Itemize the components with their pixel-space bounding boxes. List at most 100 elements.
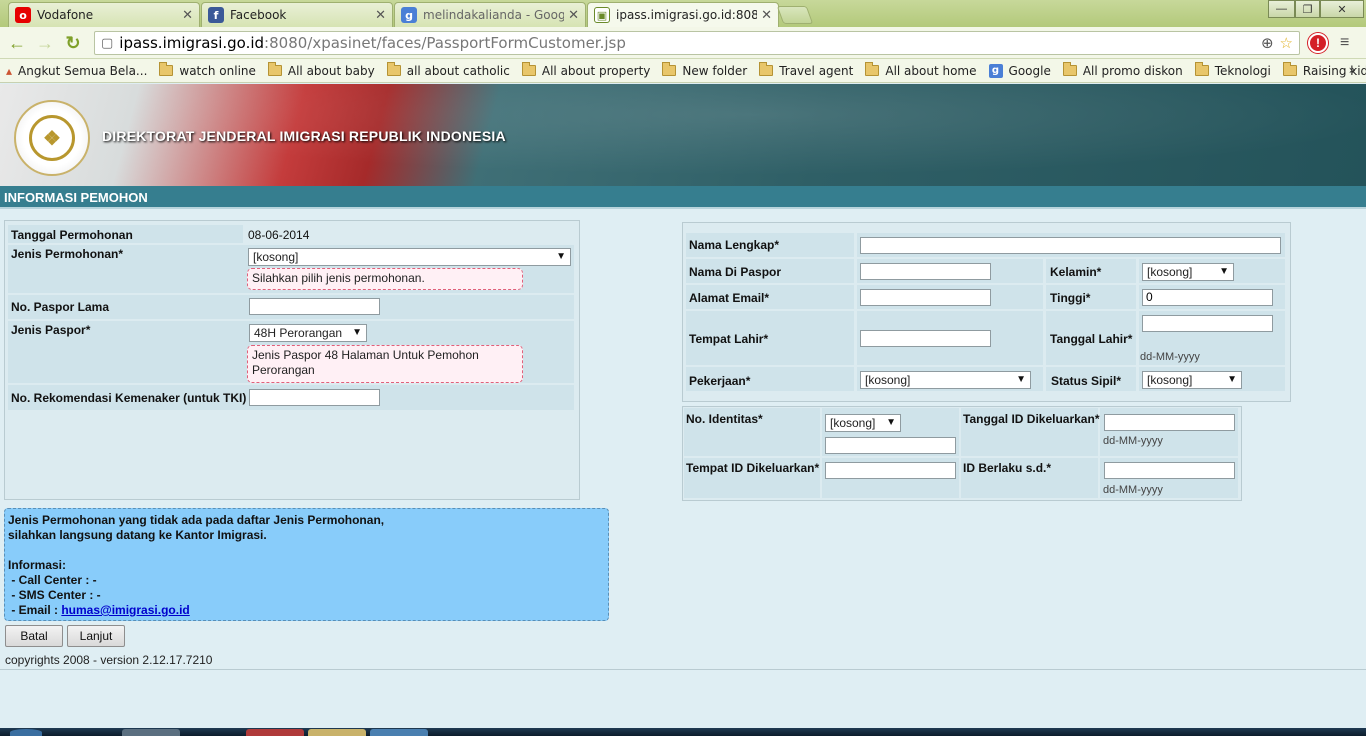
bookmark-folder[interactable]: All promo diskon (1062, 62, 1183, 78)
dropdown-arrow-icon: ▼ (1227, 374, 1237, 385)
berlaku-input[interactable] (1104, 462, 1235, 479)
email-input[interactable] (860, 289, 991, 306)
bookmark-star-icon[interactable]: ☆ (1280, 34, 1293, 52)
extension-icon[interactable]: ! (1308, 33, 1328, 53)
close-icon[interactable]: ✕ (568, 8, 579, 23)
tempat-lahir-label: Tempat Lahir* (689, 332, 769, 346)
bookmark-item[interactable]: g Google (988, 63, 1051, 78)
dropdown-arrow-icon: ▼ (352, 327, 362, 338)
bookmark-folder[interactable]: watch online (159, 62, 256, 78)
tanggal-id-format-hint: dd-MM-yyyy (1103, 435, 1163, 447)
pekerjaan-select[interactable]: [kosong] ▼ (860, 371, 1031, 389)
nama-lengkap-input[interactable] (860, 237, 1281, 254)
bookmark-label: Raising kids (1302, 63, 1366, 78)
folder-icon (159, 62, 174, 76)
header-title: DIREKTORAT JENDERAL IMIGRASI REPUBLIK IN… (102, 128, 506, 144)
taskbar-item[interactable] (122, 729, 180, 736)
start-button[interactable] (10, 729, 42, 736)
bookmark-label: watch online (179, 63, 256, 78)
folder-icon (865, 62, 880, 76)
jenis-permohonan-value: [kosong] (253, 250, 299, 264)
section-title: INFORMASI PEMOHON (4, 190, 148, 205)
pekerjaan-label: Pekerjaan* (689, 374, 751, 388)
bookmark-item[interactable]: ▴ Angkut Semua Bela... (6, 64, 147, 78)
jenis-identitas-select[interactable]: [kosong] ▼ (825, 414, 901, 432)
nama-paspor-input[interactable] (860, 263, 991, 280)
tinggi-input[interactable]: 0 (1142, 289, 1273, 306)
bookmark-label: All about property (541, 63, 651, 78)
restore-icon[interactable]: ❐ (1295, 0, 1320, 18)
folder-icon (521, 62, 536, 76)
batal-button[interactable]: Batal (5, 625, 63, 647)
new-tab-button[interactable] (776, 6, 814, 24)
bookmark-folder[interactable]: all about catholic (386, 62, 510, 78)
more-bookmarks-icon[interactable]: » (1349, 63, 1356, 77)
rekomendasi-label: No. Rekomendasi Kemenaker (untuk TKI) (11, 391, 247, 405)
zoom-icon[interactable]: ⊕ (1261, 34, 1274, 52)
imigrasi-emblem-icon: ❖ (14, 100, 90, 176)
kelamin-select[interactable]: [kosong] ▼ (1142, 263, 1234, 281)
tab-facebook[interactable]: f Facebook ✕ (201, 2, 393, 27)
bookmark-folder[interactable]: All about baby (267, 62, 375, 78)
status-sipil-select[interactable]: [kosong] ▼ (1142, 371, 1242, 389)
taskbar-item[interactable] (246, 729, 304, 736)
tab-google[interactable]: g melindakalianda - Google ✕ (394, 2, 586, 27)
email-link[interactable]: humas@imigrasi.go.id (61, 603, 189, 617)
kelamin-label: Kelamin* (1050, 265, 1102, 279)
jenis-permohonan-select[interactable]: [kosong] ▼ (248, 248, 571, 266)
tab-title: Vodafone (37, 8, 94, 22)
bookmark-folder[interactable]: All about property (521, 62, 651, 78)
close-icon[interactable]: ✕ (761, 8, 772, 23)
taskbar-item[interactable] (308, 729, 366, 736)
berlaku-label: ID Berlaku s.d.* (963, 461, 1052, 475)
bookmark-folder[interactable]: Travel agent (759, 62, 853, 78)
jenis-paspor-note: Jenis Paspor 48 Halaman Untuk Pemohon Pe… (247, 345, 523, 383)
reload-icon[interactable]: ↻ (62, 32, 84, 54)
tanggal-id-label: Tanggal ID Dikeluarkan* (963, 412, 1100, 426)
lanjut-button[interactable]: Lanjut (67, 625, 125, 647)
jenis-paspor-select[interactable]: 48H Perorangan ▼ (249, 324, 367, 342)
back-arrow-icon[interactable]: ← (6, 32, 28, 54)
bookmark-label: New folder (682, 63, 748, 78)
minimize-icon[interactable]: — (1268, 0, 1295, 18)
close-icon[interactable]: ✕ (375, 8, 386, 23)
tanggal-id-input[interactable] (1104, 414, 1235, 431)
close-window-icon[interactable]: ✕ (1320, 0, 1364, 18)
page-content: ❖ DIREKTORAT JENDERAL IMIGRASI REPUBLIK … (0, 84, 1366, 728)
tempat-id-input[interactable] (825, 462, 956, 479)
close-icon[interactable]: ✕ (182, 8, 193, 23)
menu-icon[interactable]: ≡ (1340, 34, 1349, 52)
bookmark-folder[interactable]: All about home (865, 62, 977, 78)
paspor-lama-input[interactable] (249, 298, 380, 315)
tab-title: ipass.imigrasi.go.id:8080/x (616, 8, 758, 22)
bookmark-label: All about baby (287, 63, 375, 78)
bookmark-folder[interactable]: New folder (662, 62, 748, 78)
bookmark-label: Teknologi (1214, 63, 1271, 78)
rekomendasi-input[interactable] (249, 389, 380, 406)
tab-vodafone[interactable]: o Vodafone ✕ (8, 2, 200, 27)
folder-icon (267, 62, 282, 76)
tempat-id-label: Tempat ID Dikeluarkan* (686, 461, 820, 475)
forward-arrow-icon[interactable]: → (34, 32, 56, 54)
page-info-icon[interactable]: ▢ (101, 36, 113, 51)
no-identitas-input[interactable] (825, 437, 956, 454)
folder-icon (1194, 62, 1209, 76)
bookmark-folder[interactable]: Teknologi (1194, 62, 1271, 78)
tanggal-lahir-input[interactable] (1142, 315, 1273, 332)
taskbar-item[interactable] (370, 729, 428, 736)
tab-title: melindakalianda - Google (423, 8, 565, 22)
email-info: - Email : humas@imigrasi.go.id (8, 603, 605, 618)
google-icon: g (401, 7, 417, 23)
tempat-lahir-input[interactable] (860, 330, 991, 347)
divider (0, 669, 1366, 670)
tab-ipass[interactable]: ▣ ipass.imigrasi.go.id:8080/x ✕ (587, 2, 779, 27)
page-icon: ▣ (594, 7, 610, 23)
dropdown-arrow-icon: ▼ (556, 251, 566, 262)
url-path: :8080/xpasinet/faces/PassportFormCustome… (264, 34, 626, 52)
section-header: INFORMASI PEMOHON (0, 186, 1366, 209)
address-bar[interactable]: ▢ ipass.imigrasi.go.id:8080/xpasinet/fac… (94, 31, 1300, 55)
os-taskbar (0, 728, 1366, 736)
dropdown-arrow-icon: ▼ (1016, 374, 1026, 385)
paspor-lama-label: No. Paspor Lama (11, 300, 110, 314)
url-host: ipass.imigrasi.go.id (119, 34, 265, 52)
